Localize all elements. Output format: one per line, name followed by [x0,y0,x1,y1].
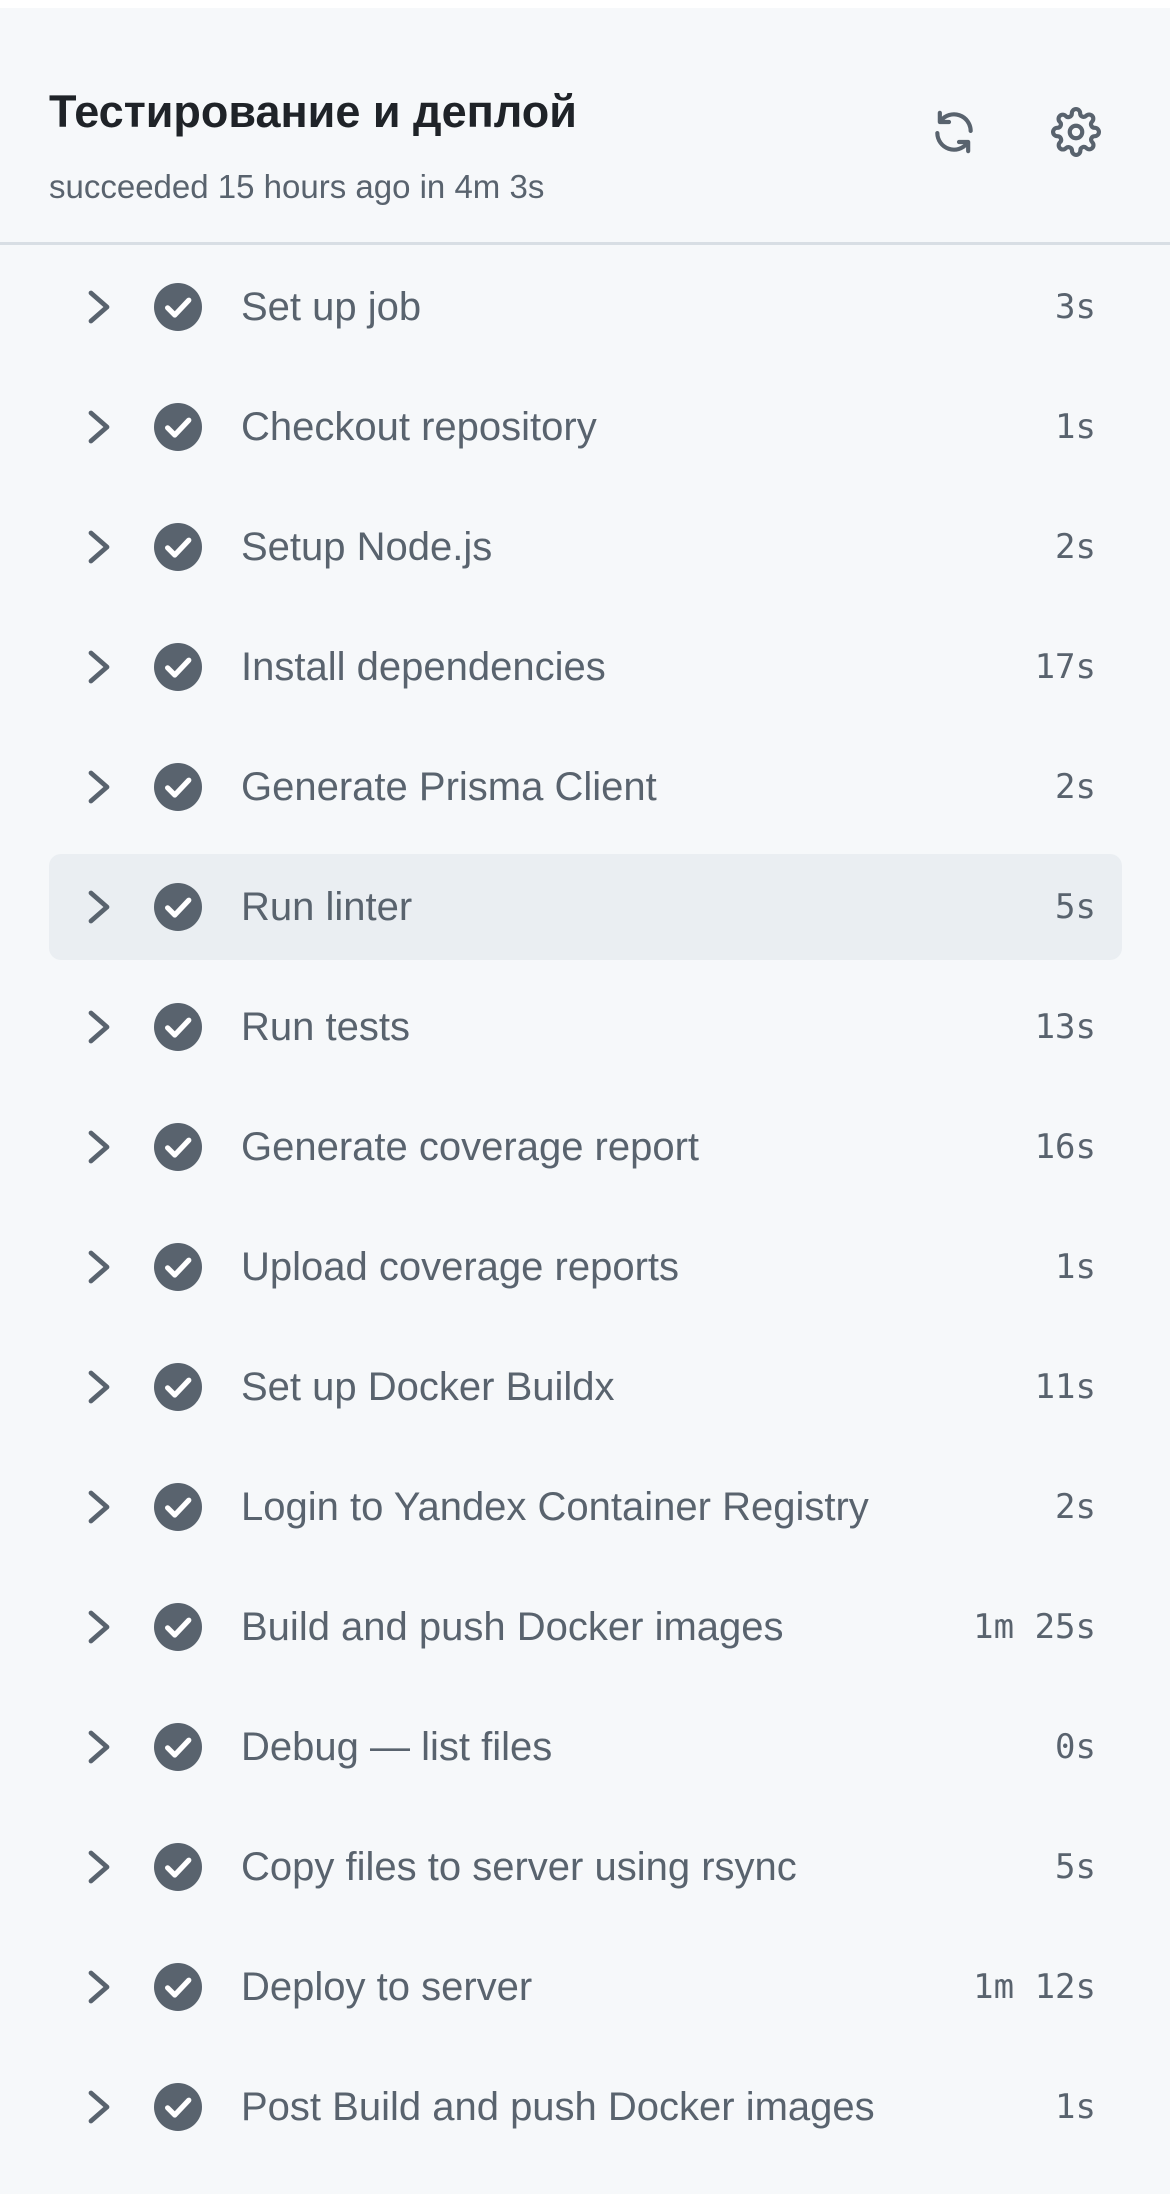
chevron-right-icon[interactable] [85,1367,113,1407]
step-name: Generate Prisma Client [241,765,657,809]
chevron-right-icon[interactable] [85,1967,113,2007]
step-row[interactable]: Generate Prisma Client 2s [49,734,1122,840]
step-name: Copy files to server using rsync [241,1845,797,1889]
step-row[interactable]: Deploy to server 1m 12s [49,1934,1122,2040]
step-duration: 16s [1034,1127,1096,1167]
check-circle-icon [154,883,202,931]
chevron-right-icon[interactable] [85,647,113,687]
refresh-button[interactable] [922,100,986,164]
check-circle-icon [154,1723,202,1771]
step-duration: 13s [1034,1007,1096,1047]
refresh-icon [935,110,973,154]
step-name: Generate coverage report [241,1125,700,1169]
step-name: Deploy to server [241,1965,533,2009]
step-row[interactable]: Generate coverage report 16s [49,1094,1122,1200]
check-circle-icon [154,1963,202,2011]
chevron-right-icon[interactable] [85,1847,113,1887]
check-circle-icon [154,403,202,451]
step-row[interactable]: Run linter 5s [49,854,1122,960]
step-row[interactable]: Login to Yandex Container Registry 2s [49,1454,1122,1560]
step-duration: 2s [1055,527,1096,567]
chevron-right-icon[interactable] [85,1727,113,1767]
step-row[interactable]: Build and push Docker images 1m 25s [49,1574,1122,1680]
step-name: Setup Node.js [241,525,493,569]
step-name: Post Build and push Docker images [241,2085,875,2129]
check-circle-icon [154,1603,202,1651]
chevron-right-icon[interactable] [85,2087,113,2127]
step-row[interactable]: Set up Docker Buildx 11s [49,1334,1122,1440]
top-strip [0,0,1170,8]
chevron-right-icon[interactable] [85,527,113,567]
step-row[interactable]: Set up job 3s [49,254,1122,360]
step-duration: 2s [1055,767,1096,807]
step-name: Checkout repository [241,405,597,449]
job-title: Тестирование и деплой [49,86,577,137]
check-circle-icon [154,1843,202,1891]
check-circle-icon [154,643,202,691]
step-name: Build and push Docker images [241,1605,784,1649]
settings-button[interactable] [1044,100,1108,164]
step-duration: 11s [1034,1367,1096,1407]
chevron-right-icon[interactable] [85,887,113,927]
chevron-right-icon[interactable] [85,1127,113,1167]
step-row[interactable]: Checkout repository 1s [49,374,1122,480]
step-name: Run linter [241,885,413,929]
chevron-right-icon[interactable] [85,1607,113,1647]
step-row[interactable]: Upload coverage reports 1s [49,1214,1122,1320]
step-duration: 2s [1055,1487,1096,1527]
step-duration: 3s [1055,287,1096,327]
step-duration: 0s [1055,1727,1096,1767]
check-circle-icon [154,1123,202,1171]
step-duration: 5s [1055,1847,1096,1887]
step-name: Upload coverage reports [241,1245,680,1289]
step-name: Run tests [241,1005,410,1049]
step-duration: 1s [1055,2087,1096,2127]
check-circle-icon [154,1243,202,1291]
step-name: Login to Yandex Container Registry [241,1485,869,1529]
step-row[interactable]: Post Build and push Docker images 1s [49,2054,1122,2160]
step-name: Set up job [241,285,422,329]
step-name: Install dependencies [241,645,606,689]
check-circle-icon [154,1363,202,1411]
check-circle-icon [154,1003,202,1051]
step-name: Debug — list files [241,1725,553,1769]
check-circle-icon [154,2083,202,2131]
step-row[interactable]: Setup Node.js 2s [49,494,1122,600]
step-duration: 1m 12s [973,1967,1096,2007]
step-duration: 5s [1055,887,1096,927]
check-circle-icon [154,283,202,331]
job-status: succeeded 15 hours ago in 4m 3s [49,168,545,205]
step-row[interactable]: Install dependencies 17s [49,614,1122,720]
chevron-right-icon[interactable] [85,1007,113,1047]
step-row[interactable]: Copy files to server using rsync 5s [49,1814,1122,1920]
check-circle-icon [154,523,202,571]
step-row[interactable]: Debug — list files 0s [49,1694,1122,1800]
chevron-right-icon[interactable] [85,1247,113,1287]
chevron-right-icon[interactable] [85,1487,113,1527]
step-duration: 1s [1055,1247,1096,1287]
step-duration: 1m 25s [973,1607,1096,1647]
step-row[interactable]: Run tests 13s [49,974,1122,1080]
step-name: Set up Docker Buildx [241,1365,615,1409]
check-circle-icon [154,763,202,811]
job-header: Тестирование и деплой succeeded 15 hours… [0,8,1170,245]
check-circle-icon [154,1483,202,1531]
chevron-right-icon[interactable] [85,287,113,327]
gear-icon [1051,107,1101,157]
chevron-right-icon[interactable] [85,767,113,807]
step-duration: 1s [1055,407,1096,447]
step-duration: 17s [1034,647,1096,687]
chevron-right-icon[interactable] [85,407,113,447]
